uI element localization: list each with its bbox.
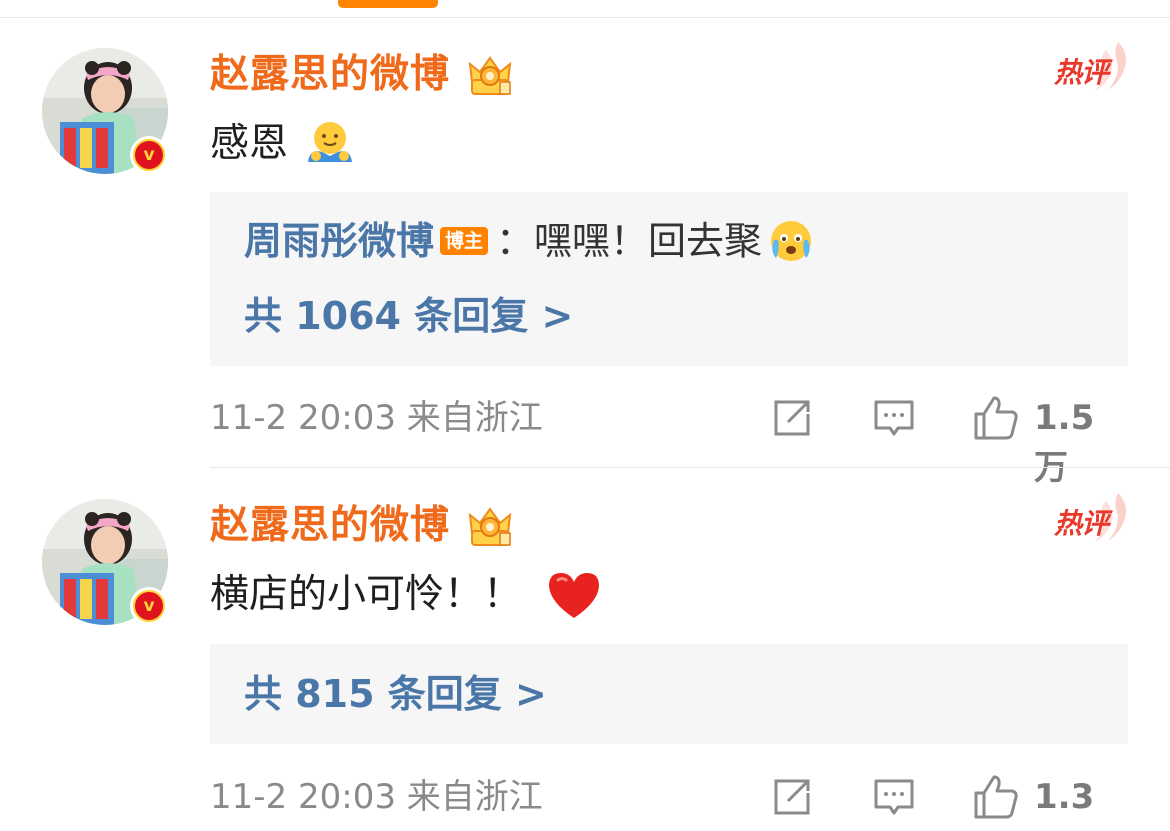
comment-icon[interactable]	[872, 775, 916, 819]
hot-comment-badge: 热评	[1048, 491, 1132, 547]
username[interactable]: 赵露思的微博	[210, 501, 450, 551]
thumbs-up-icon[interactable]	[972, 394, 1020, 442]
thumbs-up-icon[interactable]	[972, 773, 1020, 821]
top-divider	[0, 17, 1170, 18]
reply-content: ：嘿嘿！回去聚	[496, 219, 763, 263]
username-row: 赵露思的微博	[210, 501, 518, 551]
username-row: 赵露思的微博	[210, 50, 518, 100]
reply-preview-box[interactable]: 共 815 条回复 >	[210, 644, 1128, 744]
tear-emoji	[771, 221, 812, 261]
verified-v-icon: v	[130, 136, 168, 174]
reply-preview: 周雨彤微博 博主 ：嘿嘿！回去聚	[244, 216, 814, 266]
avatar[interactable]: v	[42, 48, 168, 174]
timestamp-location: 11-2 20:03 来自浙江	[210, 777, 543, 817]
like-count: 1.5万	[1034, 398, 1095, 488]
hot-comment-badge: 热评	[1048, 40, 1132, 96]
comment-body: 感恩	[210, 121, 289, 166]
reply-count-link[interactable]: 共 815 条回复 >	[244, 668, 547, 720]
comment-meta-row: 11-2 20:03 来自浙江 1.3万	[210, 772, 1128, 831]
username[interactable]: 赵露思的微博	[210, 50, 450, 100]
comment-text: 感恩	[210, 118, 356, 170]
share-icon[interactable]	[770, 775, 814, 819]
reply-author[interactable]: 周雨彤微博	[244, 216, 434, 266]
verified-v-icon: v	[130, 587, 168, 625]
hug-emoji	[308, 122, 353, 162]
heart-emoji	[549, 573, 600, 618]
comment-divider	[210, 467, 1170, 468]
blogger-badge: 博主	[440, 227, 489, 255]
crown-badge-icon	[468, 56, 512, 95]
timestamp-location: 11-2 20:03 来自浙江	[210, 398, 543, 438]
avatar[interactable]: v	[42, 499, 168, 625]
comment-text: 横店的小可怜！！	[210, 569, 602, 621]
reply-preview-box[interactable]: 周雨彤微博 博主 ：嘿嘿！回去聚 共 1064 条回复 >	[210, 192, 1128, 366]
like-count: 1.3万	[1034, 777, 1095, 831]
crown-badge-icon	[468, 507, 512, 546]
active-tab-indicator	[338, 0, 438, 8]
share-icon[interactable]	[770, 396, 814, 440]
comment-list-page: v 赵露思的微博 热评 感恩 周雨彤微博 博主 ：嘿嘿！回去聚 共 1064 条…	[0, 0, 1170, 831]
reply-count-link[interactable]: 共 1064 条回复 >	[244, 290, 573, 342]
hot-label: 热评	[1054, 507, 1109, 540]
comment-icon[interactable]	[872, 396, 916, 440]
comment-body: 横店的小可怜！！	[210, 572, 523, 617]
comment-meta-row: 11-2 20:03 来自浙江 1.5万	[210, 393, 1128, 488]
hot-label: 热评	[1054, 56, 1109, 89]
